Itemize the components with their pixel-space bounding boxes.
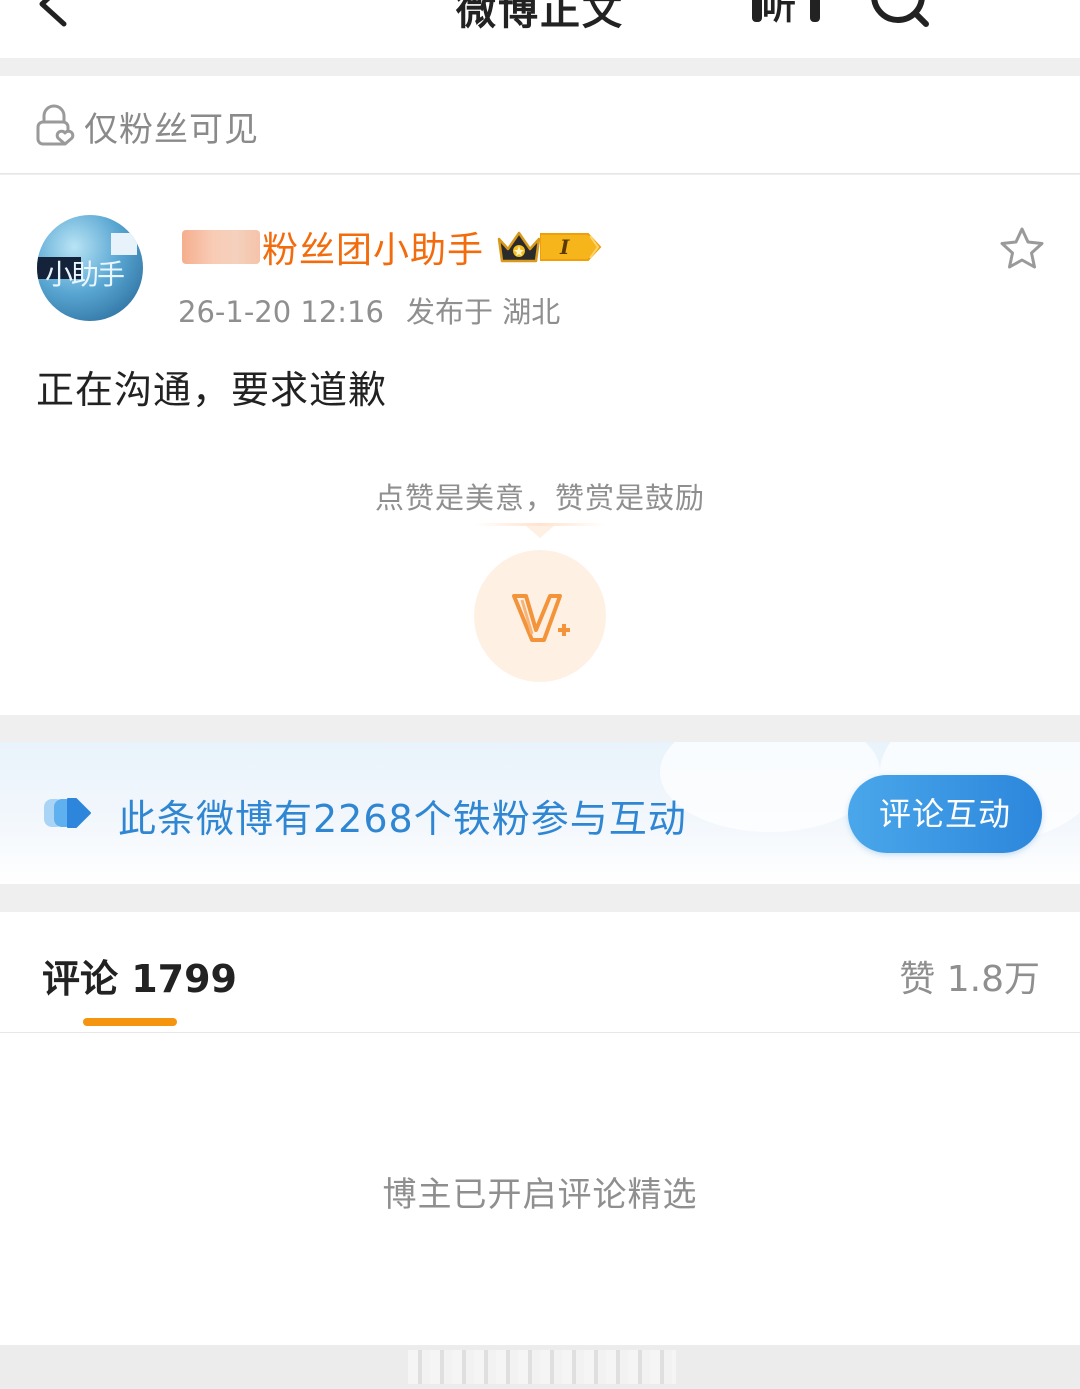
more-icon [970,0,1040,14]
listen-button[interactable]: 听 [746,0,826,28]
more-button[interactable] [970,0,1040,14]
visibility-bar: 仅粉丝可见 [0,76,1080,174]
reward-hint: 点赞是美意，赞赏是鼓励 [374,481,705,515]
banner-cloud-decoration [660,742,880,832]
listen-label: 听 [762,0,796,28]
search-icon [871,0,929,27]
tab-comments[interactable]: 评论 1799 [42,948,237,1003]
comments-curated-note: 博主已开启评论精选 [382,1175,698,1215]
post-text: 正在沟通，要求道歉 [36,368,388,412]
crown-icon [497,231,541,263]
author-line[interactable]: 粉丝团小助手 I [182,225,602,271]
avatar-text: 小助手 [45,258,125,291]
iron-fans-banner: 此条微博有2268个铁粉参与互动 评论互动 [0,742,1080,884]
tab-active-indicator [83,1018,177,1026]
comments-section: 评论 1799 赞 1.8万 博主已开启评论精选 [0,912,1080,1345]
avatar[interactable]: 小助手 [37,215,143,321]
post-card: 小助手 粉丝团小助手 I 26-1-20 12:16 发布于 湖北 正在沟通，要求… [0,175,1080,715]
avatar-redaction [111,233,137,255]
post-timestamp: 26-1-20 12:16 [178,295,384,329]
post-meta: 26-1-20 12:16 发布于 湖北 [178,289,560,331]
post-location: 发布于 湖北 [405,295,561,329]
iron-fans-text: 此条微博有2268个铁粉参与互动 [118,797,687,841]
reward-v-plus-icon [512,594,570,642]
watermark-redaction [408,1350,676,1384]
author-name[interactable]: 粉丝团小助手 [262,221,484,273]
top-navigation-bar: 微博正文 听 [0,0,1080,58]
fans-icon [44,798,91,828]
author-name-redaction [182,230,260,264]
fan-level-badge: I [540,233,602,261]
tab-likes[interactable]: 赞 1.8万 [899,950,1040,1002]
search-button[interactable] [864,0,934,30]
star-icon[interactable] [998,225,1046,273]
fan-badge-level: I [559,235,570,259]
visibility-label: 仅粉丝可见 [84,110,259,150]
tab-divider [0,1032,1080,1033]
reward-button[interactable] [474,550,606,682]
reward-hint-pointer [526,526,554,538]
lock-heart-icon [36,104,75,146]
comment-interact-button[interactable]: 评论互动 [848,775,1042,853]
